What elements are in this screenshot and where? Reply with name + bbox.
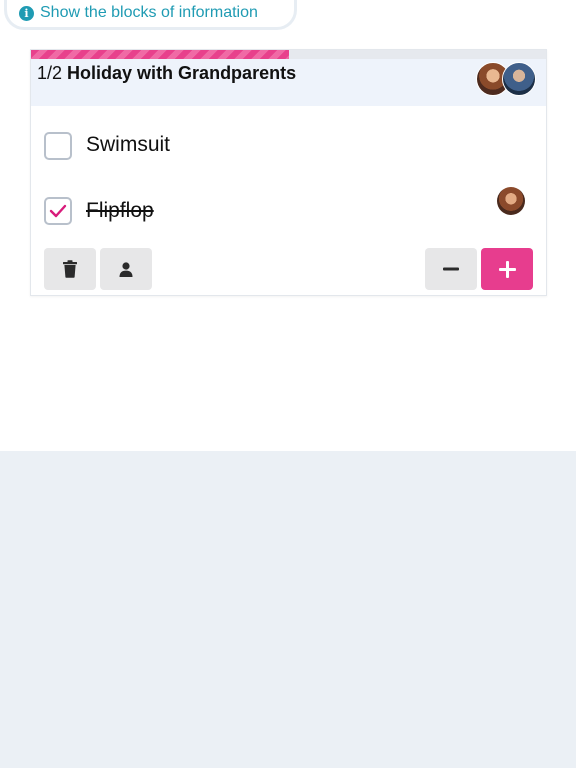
progress-bar [31,50,546,59]
info-icon: i [19,5,34,21]
plus-icon [498,260,516,278]
checkmark-icon [49,204,67,218]
item-count: 1/2 [37,63,63,83]
progress-fill [31,50,289,59]
list-item: Flipflop [31,187,546,233]
assign-person-button[interactable] [100,248,152,290]
delete-button[interactable] [44,248,96,290]
show-info-blocks-link[interactable]: i Show the blocks of information [19,3,258,23]
list-item: Swimsuit [31,124,546,168]
checklist-card: 1/2 Holiday with Grandparents Swimsuit F… [30,49,547,296]
card-title: 1/2 Holiday with Grandparents [37,63,297,83]
participant-avatars[interactable] [476,62,538,96]
list-title: Holiday with Grandparents [67,63,297,83]
avatar[interactable] [502,62,536,96]
item-checkbox-checked[interactable] [44,197,72,225]
person-icon [119,261,133,277]
item-label: Flipflop [86,199,154,222]
card-header: 1/2 Holiday with Grandparents [31,59,546,106]
trash-icon [63,260,77,278]
avatar[interactable] [497,187,525,215]
item-label: Swimsuit [86,133,171,156]
bottom-background [0,451,576,768]
minus-icon [443,267,459,271]
increase-button[interactable] [481,248,533,290]
info-link-label: Show the blocks of information [40,4,258,21]
decrease-button[interactable] [425,248,477,290]
item-checkbox[interactable] [44,132,72,160]
